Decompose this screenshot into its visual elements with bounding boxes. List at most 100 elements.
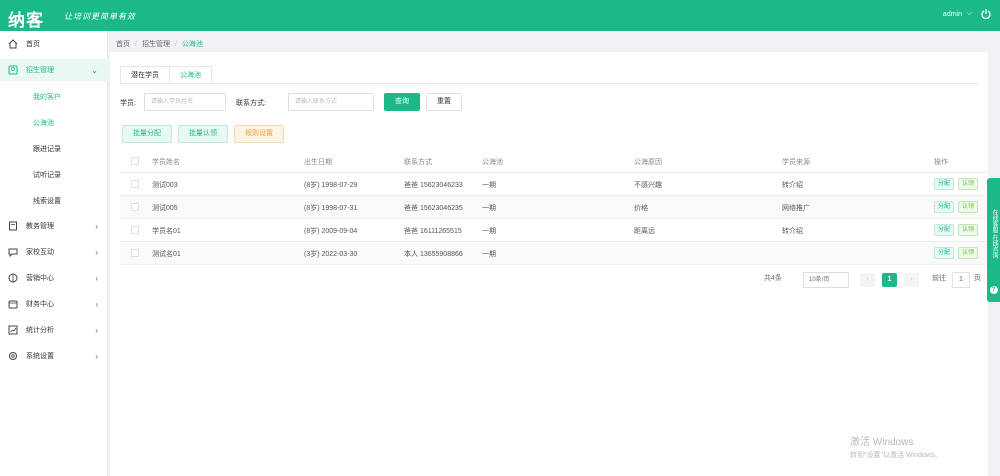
sidebar-item-home-school[interactable]: 家校互动 › bbox=[0, 241, 108, 263]
gift-icon bbox=[8, 273, 18, 283]
page-size-select[interactable]: 10条/页 bbox=[803, 272, 849, 288]
batch-assign-button[interactable]: 批量分配 bbox=[122, 125, 172, 143]
claim-button[interactable]: 认领 bbox=[958, 201, 979, 213]
cell-name[interactable]: 学员名01 bbox=[152, 226, 181, 236]
table-header: 学员姓名 出生日期 联系方式 公海池 公海原因 学员来源 操作 bbox=[120, 150, 988, 173]
col-header: 出生日期 bbox=[304, 159, 332, 166]
claim-button[interactable]: 认领 bbox=[958, 178, 979, 190]
claim-button[interactable]: 认领 bbox=[958, 247, 979, 259]
cell-pool: 一期 bbox=[482, 205, 496, 212]
cell-contact: 爸爸 15623046233 bbox=[404, 182, 463, 189]
home-icon bbox=[8, 39, 18, 49]
cell-source: 转介绍 bbox=[782, 228, 803, 235]
select-all-checkbox[interactable] bbox=[131, 157, 139, 165]
cell-contact: 爸爸 16111265515 bbox=[404, 228, 462, 235]
sidebar-item-label: 统计分析 bbox=[26, 327, 54, 334]
assign-button[interactable]: 分配 bbox=[934, 178, 955, 190]
cell-reason: 不感兴趣 bbox=[634, 182, 662, 189]
sidebar-item-enrollment[interactable]: 招生管理 ⌄ bbox=[0, 59, 108, 81]
top-header: 纳客 让培训更简单有效 admin ⌵ bbox=[0, 0, 1000, 31]
chevron-down-icon: ⌄ bbox=[91, 65, 98, 75]
prev-page-button[interactable]: ‹ bbox=[860, 273, 875, 287]
search-button[interactable]: 查询 bbox=[384, 93, 420, 111]
chevron-right-icon: › bbox=[95, 351, 98, 361]
name-search-input[interactable]: 请输入学员姓名 bbox=[144, 93, 226, 111]
sidebar-item-academic[interactable]: 教务管理 › bbox=[0, 215, 108, 237]
slogan: 让培训更简单有效 bbox=[64, 12, 136, 21]
sidebar-subitem-trial-records[interactable]: 试听记录 bbox=[33, 170, 61, 180]
row-checkbox[interactable] bbox=[131, 203, 139, 211]
assign-button[interactable]: 分配 bbox=[934, 201, 955, 213]
sidebar-item-marketing[interactable]: 营销中心 › bbox=[0, 267, 108, 289]
sidebar-item-label: 教务管理 bbox=[26, 223, 54, 230]
breadcrumb-item[interactable]: 招生管理 bbox=[142, 41, 170, 48]
cell-name[interactable]: 测试003 bbox=[152, 180, 178, 190]
chevron-right-icon: › bbox=[95, 299, 98, 309]
cell-birth: (8岁) 1998-07-31 bbox=[304, 205, 358, 212]
cell-pool: 一期 bbox=[482, 228, 496, 235]
gear-icon bbox=[9, 352, 17, 360]
sidebar-subitem-public-pool[interactable]: 公海池 bbox=[33, 118, 54, 128]
breadcrumb-current: 公海池 bbox=[181, 41, 203, 48]
col-header: 公海原因 bbox=[634, 159, 662, 166]
rule-settings-button[interactable]: 规则设置 bbox=[234, 125, 284, 143]
table-row: 测试名01 (3岁) 2022-03-30 本人 13655908866 一期 … bbox=[120, 242, 988, 265]
sidebar-item-statistics[interactable]: 统计分析 › bbox=[0, 319, 108, 341]
assign-button[interactable]: 分配 bbox=[934, 224, 955, 236]
row-checkbox[interactable] bbox=[131, 249, 139, 257]
assign-button[interactable]: 分配 bbox=[934, 247, 955, 259]
user-menu[interactable]: admin bbox=[943, 11, 962, 18]
goto-page-input[interactable]: 1 bbox=[952, 272, 970, 288]
cell-birth: (8岁) 1998-07-29 bbox=[304, 182, 358, 189]
row-checkbox[interactable] bbox=[131, 226, 139, 234]
tab-public-pool[interactable]: 公海池 bbox=[169, 66, 212, 84]
chevron-right-icon: › bbox=[95, 221, 98, 231]
row-checkbox[interactable] bbox=[131, 180, 139, 188]
goto-label: 前往 bbox=[932, 275, 946, 282]
sidebar-item-label: 首页 bbox=[26, 41, 40, 48]
chat-icon bbox=[8, 248, 18, 257]
batch-claim-button[interactable]: 批量认领 bbox=[178, 125, 228, 143]
cell-name[interactable]: 测试名01 bbox=[152, 249, 181, 259]
online-service-float[interactable]: 在线客服 在线咨询 ? bbox=[987, 178, 1000, 302]
table-row: 学员名01 (8岁) 2009-09-04 爸爸 16111265515 一期 … bbox=[120, 219, 988, 242]
power-icon[interactable] bbox=[980, 8, 992, 20]
sidebar-item-label: 招生管理 bbox=[26, 67, 54, 74]
sidebar-subitem-lead-settings[interactable]: 线索设置 bbox=[33, 196, 61, 206]
breadcrumb-item[interactable]: 首页 bbox=[116, 41, 130, 48]
sidebar-item-settings[interactable]: 系统设置 › bbox=[0, 345, 108, 367]
cell-name[interactable]: 测试005 bbox=[152, 203, 178, 213]
sidebar-subitem-my-clients[interactable]: 我的客户 bbox=[33, 92, 61, 102]
page-number[interactable]: 1 bbox=[882, 273, 897, 287]
chevron-down-icon[interactable]: ⌵ bbox=[967, 10, 972, 18]
sidebar-item-home[interactable]: 首页 bbox=[0, 33, 108, 55]
claim-button[interactable]: 认领 bbox=[958, 224, 979, 236]
phone-search-input[interactable]: 请输入联系方式 bbox=[288, 93, 374, 111]
user-card-icon bbox=[8, 65, 18, 75]
breadcrumb: 首页 / 招生管理 / 公海池 bbox=[116, 39, 203, 49]
online-service-label: 在线客服 在线咨询 bbox=[991, 209, 997, 259]
pagination-total: 共4条 bbox=[764, 275, 782, 282]
cell-source: 转介绍 bbox=[782, 182, 803, 189]
chevron-right-icon: › bbox=[95, 325, 98, 335]
sidebar: 首页 招生管理 ⌄ 我的客户 公海池 跟进记录 试听记录 线索设置 教务管理 ›… bbox=[0, 31, 108, 476]
next-page-button[interactable]: › bbox=[904, 273, 919, 287]
sidebar-subitem-follow-records[interactable]: 跟进记录 bbox=[33, 144, 61, 154]
reset-button[interactable]: 重置 bbox=[426, 93, 462, 111]
table-row: 测试003 (8岁) 1998-07-29 爸爸 15623046233 一期 … bbox=[120, 173, 988, 196]
sidebar-item-label: 家校互动 bbox=[26, 249, 54, 256]
tab-potential-students[interactable]: 潜在学员 bbox=[120, 66, 170, 84]
goto-suffix: 页 bbox=[974, 275, 981, 282]
breadcrumb-separator: / bbox=[174, 41, 177, 48]
tabs-divider bbox=[120, 83, 978, 84]
cell-birth: (8岁) 2009-09-04 bbox=[304, 228, 358, 235]
sidebar-item-label: 系统设置 bbox=[26, 353, 54, 360]
cell-pool: 一期 bbox=[482, 182, 496, 189]
cell-source: 网络推广 bbox=[782, 205, 810, 212]
col-header: 学员来源 bbox=[782, 159, 810, 166]
sidebar-item-finance[interactable]: 财务中心 › bbox=[0, 293, 108, 315]
cell-reason: 距离远 bbox=[634, 228, 655, 235]
chevron-right-icon: › bbox=[95, 273, 98, 283]
chevron-right-icon: › bbox=[95, 247, 98, 257]
content-panel: 潜在学员 公海池 学员: 请输入学员姓名 联系方式: 请输入联系方式 查询 重置… bbox=[110, 52, 988, 476]
